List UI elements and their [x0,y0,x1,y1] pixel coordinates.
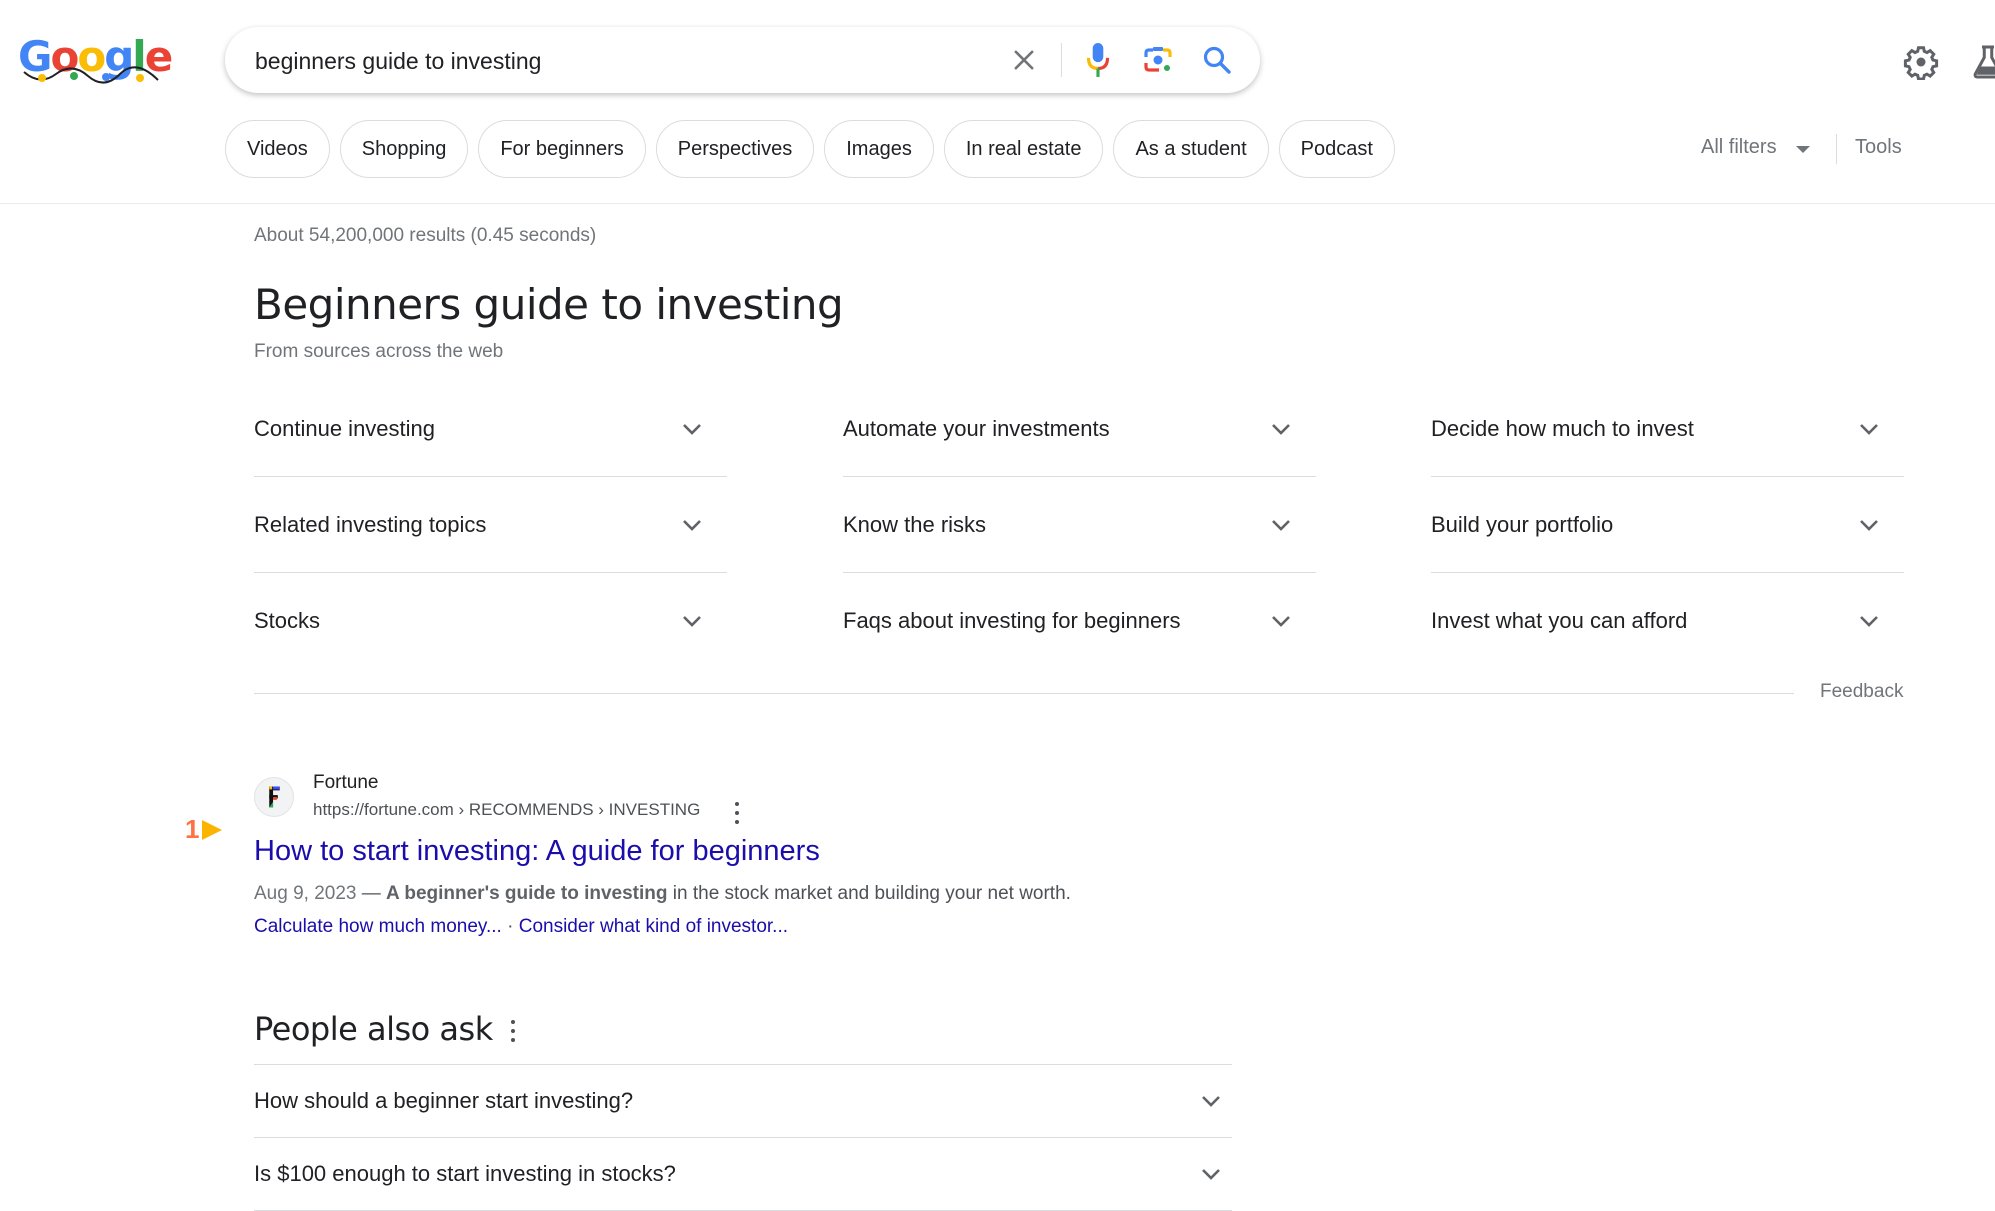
tools-divider [1836,134,1837,164]
result-sitelinks: Calculate how much money... · Consider w… [254,916,788,938]
chip-podcast[interactable]: Podcast [1278,120,1395,178]
chip-images[interactable]: Images [824,120,934,178]
guide-column-3: Decide how much to invest Build your por… [1431,381,1904,669]
snippet-bold: A beginner's guide to investing [386,883,668,904]
guide-topic[interactable]: Faqs about investing for beginners [843,573,1316,669]
paa-question-text: How should a beginner start investing? [254,1088,634,1113]
result-title-link[interactable]: How to start investing: A guide for begi… [254,835,820,868]
chevron-down-icon [683,616,701,627]
guide-topic[interactable]: Automate your investments [843,381,1316,477]
guide-topic-label: Faqs about investing for beginners [843,608,1181,633]
snippet-dash: — [356,883,387,904]
all-filters-button[interactable]: All filters [1701,136,1777,159]
chevron-down-icon [1272,616,1290,627]
guide-topic-label: Automate your investments [843,415,1110,441]
chevron-down-icon [683,519,701,531]
guide-topic[interactable]: Invest what you can afford [1431,573,1904,669]
guide-column-2: Automate your investments Know the risks… [843,381,1316,669]
search-icon[interactable] [1201,44,1233,76]
chevron-down-icon [1272,423,1290,435]
chevron-down-icon [683,423,701,435]
guide-subtitle: From sources across the web [254,341,504,362]
search-box-divider [1061,43,1062,77]
more-options-icon[interactable] [510,1020,516,1042]
guide-topic-label: Build your portfolio [1431,511,1614,537]
gear-icon[interactable] [1903,44,1939,80]
guide-title: Beginners guide to investing [254,280,844,329]
search-filter-chips: Videos Shopping For beginners Perspectiv… [225,120,1395,178]
result-stats: About 54,200,000 results (0.45 seconds) [254,225,597,246]
guide-topic-label: Continue investing [254,415,436,441]
more-options-icon[interactable] [734,802,740,824]
guide-topic[interactable]: Related investing topics [254,477,727,573]
chevron-down-icon [1272,519,1290,531]
guide-topic-label: Stocks [254,608,321,633]
holiday-lights-decoration [23,66,159,84]
result-url[interactable]: https://fortune.com › RECOMMENDS › INVES… [313,800,700,820]
chevron-down-icon [1202,1096,1220,1107]
result-snippet: Aug 9, 2023 — A beginner's guide to inve… [254,883,1071,905]
snippet-text: in the stock market and building your ne… [667,883,1071,904]
result-rank-marker: 1 [185,814,223,845]
sitelink-separator: · [501,916,519,937]
guide-topic[interactable]: Stocks [254,573,727,669]
mic-icon[interactable] [1085,42,1111,78]
flask-icon[interactable] [1970,44,1995,80]
feedback-link[interactable]: Feedback [1820,681,1903,703]
people-also-ask-list: How should a beginner start investing? I… [254,1064,1232,1211]
tools-button[interactable]: Tools [1855,136,1902,159]
header-divider [0,203,1995,204]
guide-topic-label: Related investing topics [254,511,487,537]
sitelink[interactable]: Consider what kind of investor... [519,916,788,937]
rank-arrow-icon [202,819,223,840]
chip-for-beginners[interactable]: For beginners [478,120,646,178]
chip-perspectives[interactable]: Perspectives [655,120,815,178]
sitelink[interactable]: Calculate how much money... [254,916,502,937]
lens-icon[interactable] [1141,44,1175,76]
chip-in-real-estate[interactable]: In real estate [943,120,1104,178]
close-icon[interactable] [1010,46,1038,74]
guide-topic[interactable]: Build your portfolio [1431,477,1904,573]
feedback-divider [254,693,1794,694]
guide-topic-label: Know the risks [843,511,987,537]
chevron-down-icon [1860,616,1878,627]
caret-down-icon[interactable] [1796,146,1810,153]
people-also-ask-title: People also ask [254,1010,493,1048]
guide-topic[interactable]: Know the risks [843,477,1316,573]
chip-videos[interactable]: Videos [225,120,330,178]
paa-question[interactable]: Is $100 enough to start investing in sto… [254,1138,1232,1211]
guide-topic[interactable]: Decide how much to invest [1431,381,1904,477]
search-input[interactable]: beginners guide to investing [255,48,541,75]
chevron-down-icon [1202,1169,1220,1180]
guide-column-1: Continue investing Related investing top… [254,381,727,669]
search-box[interactable]: beginners guide to investing [225,27,1260,93]
guide-topic[interactable]: Continue investing [254,381,727,477]
paa-question-text: Is $100 enough to start investing in sto… [254,1161,676,1186]
guide-topic-label: Invest what you can afford [1431,608,1688,633]
paa-question[interactable]: How should a beginner start investing? [254,1065,1232,1138]
chip-as-a-student[interactable]: As a student [1113,120,1269,178]
result-site-name[interactable]: Fortune [313,772,378,794]
chevron-down-icon [1860,519,1878,531]
result-date: Aug 9, 2023 [254,883,357,904]
chevron-down-icon [1860,423,1878,435]
rank-number: 1 [185,814,200,844]
fortune-favicon[interactable] [254,777,294,817]
chip-shopping[interactable]: Shopping [339,120,469,178]
guide-topic-label: Decide how much to invest [1431,415,1694,441]
